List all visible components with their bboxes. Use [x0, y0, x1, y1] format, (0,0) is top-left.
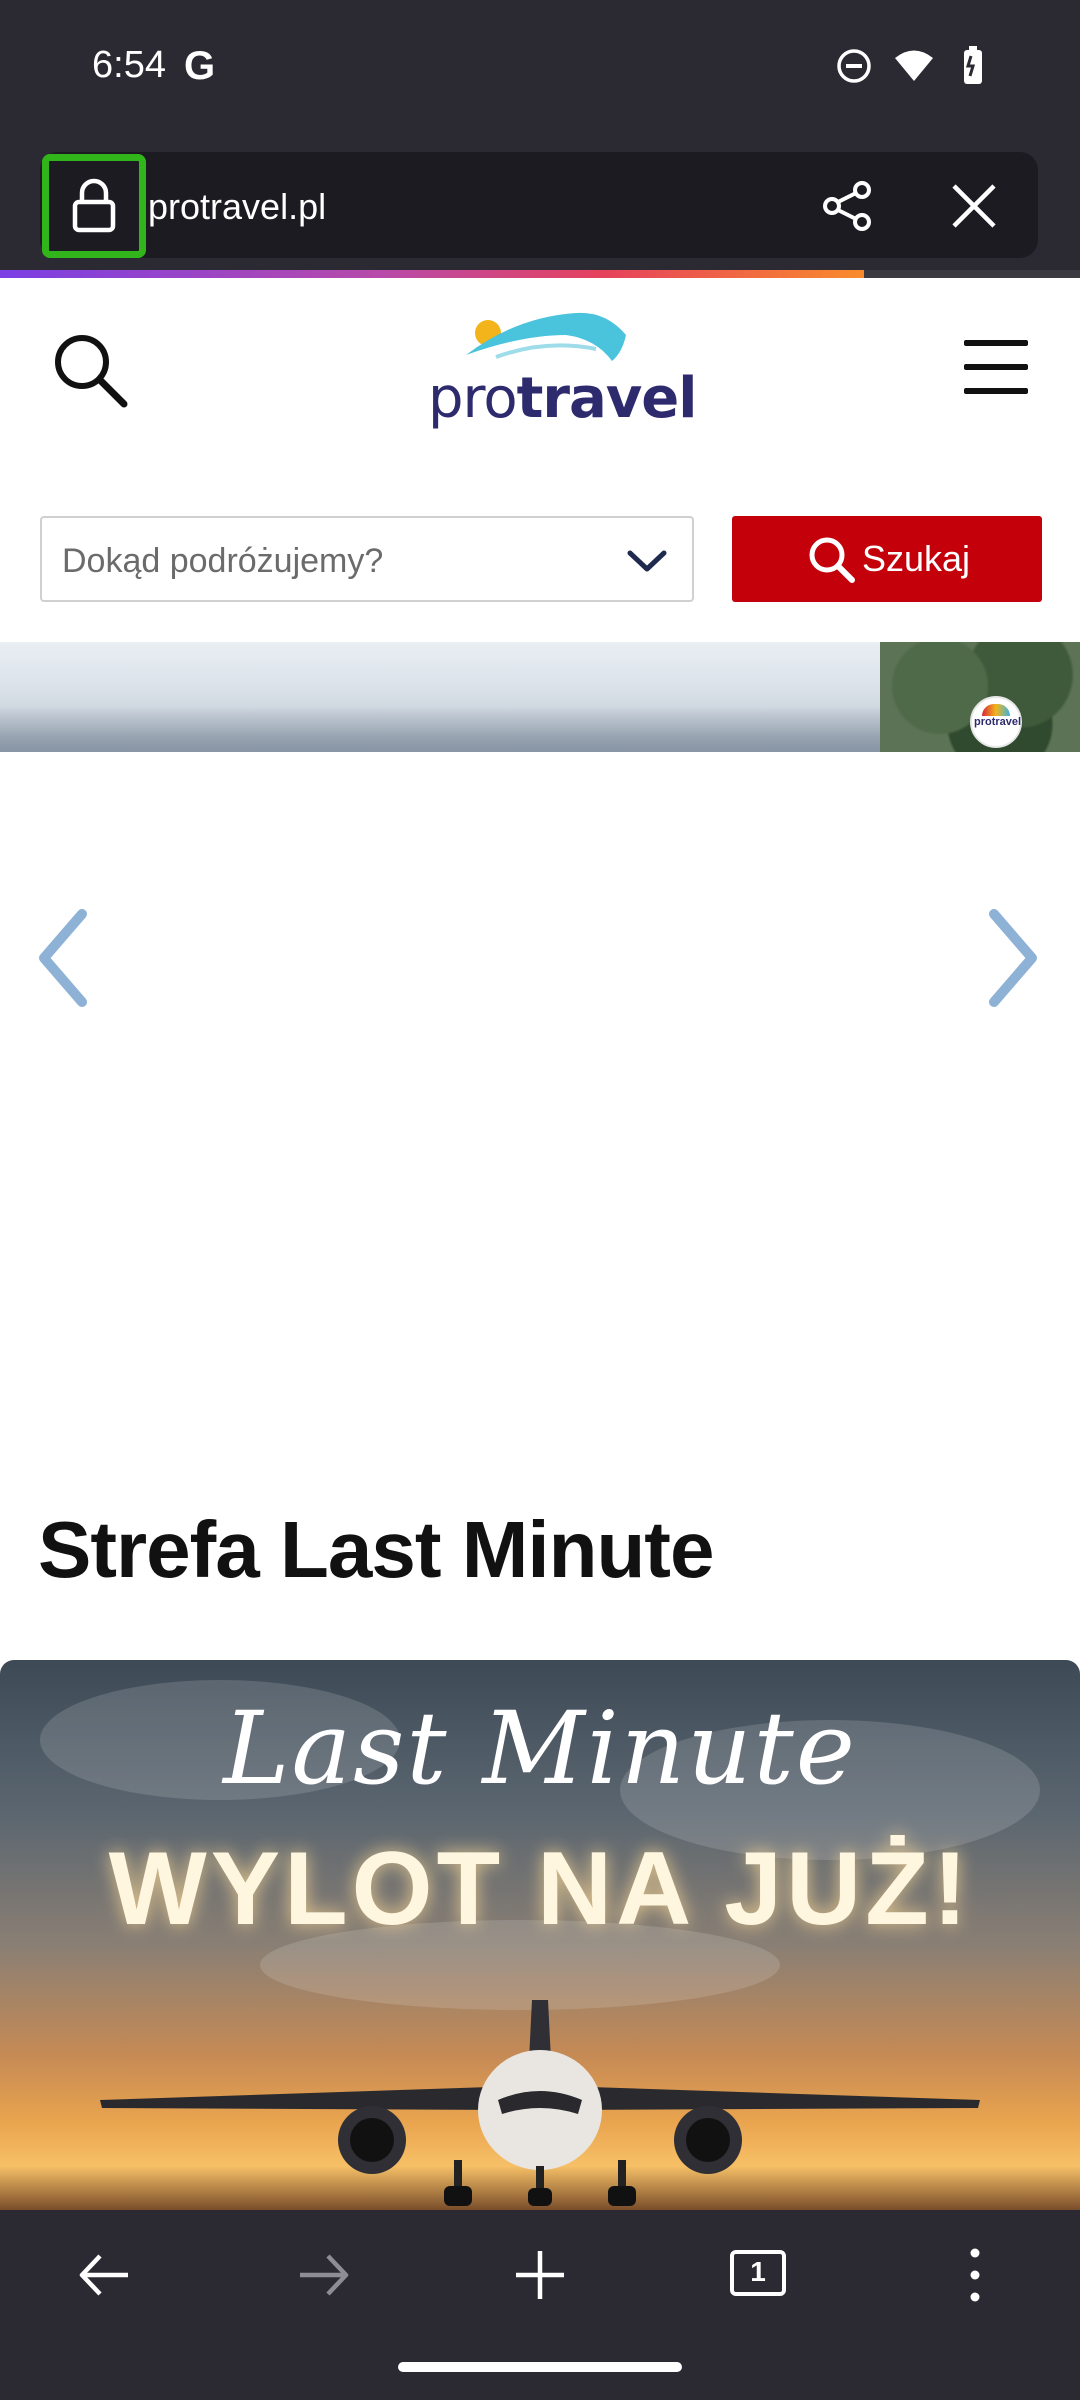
menu-hamburger-icon[interactable] [962, 338, 1032, 398]
home-indicator[interactable] [398, 2362, 682, 2372]
lock-icon [72, 178, 116, 233]
search-button[interactable]: Szukaj [732, 516, 1042, 602]
last-minute-section-title: Strefa Last Minute [38, 1505, 714, 1594]
page-load-progress [0, 270, 1080, 278]
promo-headline: WYLOT NA JUŻ! [108, 1831, 972, 1947]
carousel-prev-arrow-icon[interactable] [34, 908, 94, 1008]
google-icon: G [184, 44, 216, 88]
chevron-down-icon [627, 550, 667, 572]
more-menu-icon[interactable] [960, 2240, 990, 2310]
status-icons [836, 46, 990, 86]
wifi-icon [895, 50, 933, 81]
share-icon[interactable] [820, 178, 876, 234]
tabs-counter-icon[interactable]: 1 [730, 2250, 786, 2296]
destination-placeholder: Dokąd podróżujemy? [62, 542, 384, 580]
search-icon [809, 537, 855, 583]
new-tab-plus-icon[interactable] [512, 2240, 568, 2310]
airplane-icon [100, 2000, 980, 2206]
close-icon[interactable] [948, 180, 1000, 232]
url-text[interactable]: protravel.pl [148, 186, 326, 228]
status-time: 6:54 [92, 44, 166, 86]
tabs-count: 1 [750, 2256, 766, 2287]
logo-text: protravel [428, 366, 698, 431]
logo-travel: travel [516, 366, 698, 431]
destination-select[interactable]: Dokąd podróżujemy? [40, 516, 694, 602]
battery-icon [964, 46, 982, 84]
progress-fill [0, 270, 864, 278]
search-icon[interactable] [50, 330, 130, 410]
last-minute-promo-banner[interactable]: Last Minute WYLOT NA JUŻ! [0, 1660, 1080, 2210]
carousel-next-arrow-icon[interactable] [982, 908, 1042, 1008]
forward-arrow-icon[interactable] [296, 2240, 352, 2310]
do-not-disturb-icon [837, 49, 871, 83]
hero-badge-text: protravel [974, 716, 1022, 728]
hero-slide-image[interactable] [0, 642, 1080, 752]
back-arrow-icon[interactable] [76, 2240, 132, 2310]
search-button-label: Szukaj [862, 538, 971, 579]
status-bar: 6:54 G [0, 0, 1080, 140]
promo-script-title: Last Minute [223, 1690, 857, 1807]
logo-pro: pro [428, 366, 518, 431]
